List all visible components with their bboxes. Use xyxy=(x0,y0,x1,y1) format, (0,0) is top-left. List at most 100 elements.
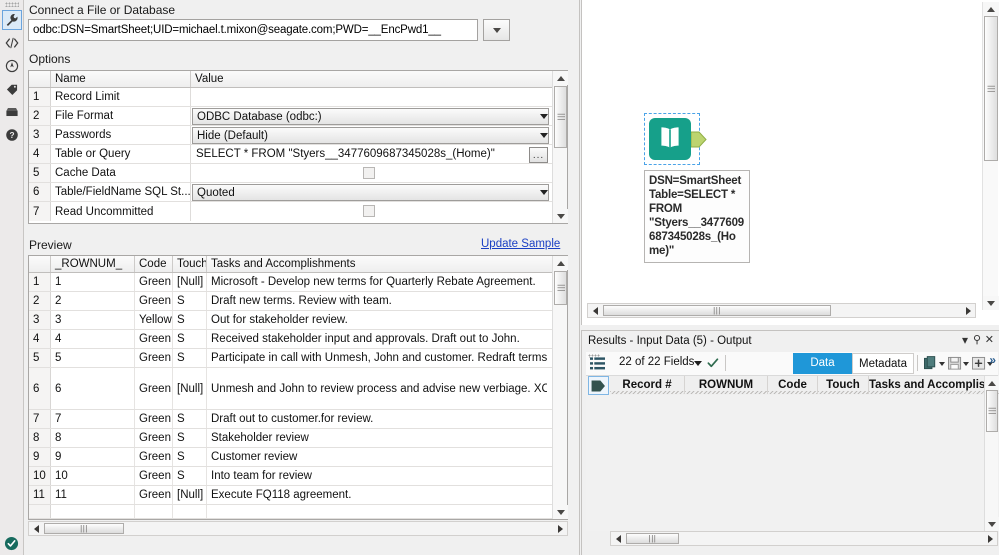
add-icon[interactable] xyxy=(972,356,986,374)
tab-data[interactable]: Data xyxy=(793,353,852,374)
canvas-vertical-scrollbar[interactable]: ||| xyxy=(982,2,999,310)
file-format-dropdown[interactable]: ODBC Database (odbc:) xyxy=(192,108,549,125)
preview-cell-code: Green xyxy=(135,429,173,447)
scroll-down-arrow[interactable] xyxy=(985,517,999,531)
chevron-down-icon[interactable] xyxy=(939,362,945,366)
table-row[interactable]: 5 5 Green S Participate in call with Unmesh,… xyxy=(29,349,567,368)
options-row-name: Read Uncommitted xyxy=(51,202,191,221)
workflow-canvas[interactable]: DSN=SmartSheet Table=SELECT * FROM "Stye… xyxy=(581,0,999,325)
scrollbar-thumb[interactable]: ||| xyxy=(603,305,831,316)
chevron-down-icon[interactable] xyxy=(694,361,702,366)
rail-item-help[interactable]: ? xyxy=(2,125,22,145)
scroll-up-arrow[interactable] xyxy=(553,71,568,85)
table-row[interactable]: 6 Table/FieldName SQL St... Quoted xyxy=(29,183,567,202)
record-tag-icon[interactable] xyxy=(588,376,609,395)
table-row[interactable]: 9 9 Green S Customer review xyxy=(29,448,567,467)
preview-cell-code: Green xyxy=(135,410,173,428)
table-row[interactable]: 7 Read Uncommitted xyxy=(29,202,567,221)
results-col-touch[interactable]: Touch xyxy=(818,376,869,394)
rail-item-tag[interactable] xyxy=(2,79,22,99)
results-pin-button[interactable]: ⚲ xyxy=(973,335,981,346)
cache-data-checkbox[interactable] xyxy=(363,167,375,179)
table-row[interactable]: 3 3 Yellow S Out for stakeholder review. xyxy=(29,311,567,330)
preview-horizontal-scrollbar[interactable]: ||| xyxy=(28,521,568,536)
table-row[interactable]: 7 7 Green S Draft out to customer.for review… xyxy=(29,410,567,429)
results-close-button[interactable]: ✕ xyxy=(985,335,994,346)
scroll-down-arrow[interactable] xyxy=(553,505,568,519)
table-row[interactable]: 3 Passwords Hide (Default) xyxy=(29,126,567,145)
preview-cell-code: Green xyxy=(135,368,173,409)
rail-item-wrench[interactable] xyxy=(2,10,22,30)
table-row[interactable]: 8 8 Green S Stakeholder review xyxy=(29,429,567,448)
results-menu-button[interactable]: ▾ xyxy=(962,334,968,346)
connection-dropdown-button[interactable] xyxy=(483,19,510,41)
scroll-up-arrow[interactable] xyxy=(985,376,999,390)
table-row[interactable]: 4 4 Green S Received stakeholder input and a… xyxy=(29,330,567,349)
scroll-down-arrow[interactable] xyxy=(553,209,568,223)
table-row[interactable]: 1 Record Limit xyxy=(29,88,567,107)
preview-vertical-scrollbar[interactable]: ||| xyxy=(552,256,568,519)
chevron-down-icon[interactable] xyxy=(963,362,969,366)
rail-item-package[interactable] xyxy=(2,102,22,122)
scroll-up-arrow[interactable] xyxy=(553,256,568,270)
scroll-left-arrow[interactable] xyxy=(29,522,43,535)
table-or-query-value[interactable]: SELECT * FROM "Styers__3477609687345028s… xyxy=(192,146,529,163)
preview-cell-touch: S xyxy=(173,448,207,466)
scroll-right-arrow[interactable] xyxy=(553,522,567,535)
fields-count-label[interactable]: 22 of 22 Fields xyxy=(619,356,694,368)
table-or-query-browse-button[interactable]: ... xyxy=(529,147,548,163)
results-col-tasks[interactable]: Tasks and Accomplishmen xyxy=(869,376,999,394)
overflow-icon[interactable]: » xyxy=(989,353,996,367)
scroll-up-arrow[interactable] xyxy=(983,2,999,16)
node-output-anchor[interactable] xyxy=(690,131,707,148)
table-row[interactable]: 6 6 Green [Null] Unmesh and John to review p… xyxy=(29,368,567,410)
save-icon[interactable] xyxy=(948,356,962,374)
scroll-right-arrow[interactable] xyxy=(983,532,997,545)
passwords-dropdown[interactable]: Hide (Default) xyxy=(192,127,549,144)
copy-icon[interactable] xyxy=(924,356,938,374)
scroll-down-arrow[interactable] xyxy=(983,296,999,310)
scroll-left-arrow[interactable] xyxy=(588,304,602,317)
connection-string-input[interactable] xyxy=(28,19,478,41)
results-col-record[interactable]: Record # xyxy=(610,376,685,394)
canvas-horizontal-scrollbar[interactable]: ||| xyxy=(587,303,976,318)
options-row-value[interactable] xyxy=(191,88,551,106)
scrollbar-thumb[interactable]: ||| xyxy=(986,390,998,432)
sql-style-dropdown[interactable]: Quoted xyxy=(192,184,549,201)
table-row[interactable]: 4 Table or Query SELECT * FROM "Styers__… xyxy=(29,145,567,164)
table-row[interactable]: 10 10 Green S Into team for review xyxy=(29,467,567,486)
fields-apply-check-icon[interactable] xyxy=(707,357,719,369)
scrollbar-thumb[interactable]: ||| xyxy=(984,16,998,161)
table-row[interactable]: 2 2 Green S Draft new terms. Review with tea… xyxy=(29,292,567,311)
results-vertical-scrollbar[interactable]: ||| xyxy=(984,376,999,531)
options-vertical-scrollbar[interactable]: ||| xyxy=(552,71,568,223)
scrollbar-thumb[interactable]: ||| xyxy=(44,523,124,534)
rail-grip[interactable] xyxy=(5,2,19,7)
preview-cell-num: 6 xyxy=(29,368,51,409)
scroll-left-arrow[interactable] xyxy=(611,532,625,545)
results-title: Results - Input Data (5) - Output xyxy=(588,335,752,347)
scrollbar-thumb[interactable]: ||| xyxy=(554,86,567,148)
scroll-right-arrow[interactable] xyxy=(961,304,975,317)
input-data-node[interactable] xyxy=(648,117,692,161)
table-row[interactable]: 2 File Format ODBC Database (odbc:) xyxy=(29,107,567,126)
preview-col-touch: Touch xyxy=(173,256,207,272)
scrollbar-thumb[interactable]: ||| xyxy=(626,533,679,544)
rail-item-code[interactable] xyxy=(2,33,22,53)
preview-cell-num: 10 xyxy=(29,467,51,485)
preview-col-tasks: Tasks and Accomplishments xyxy=(211,258,356,270)
results-grid-body[interactable] xyxy=(610,395,984,531)
results-col-rownum[interactable]: ROWNUM xyxy=(685,376,768,394)
update-sample-link[interactable]: Update Sample xyxy=(481,238,560,250)
table-row[interactable]: 1 1 Green [Null] Microsoft - Develop new ter… xyxy=(29,273,567,292)
table-row[interactable]: 11 11 Green [Null] Execute FQ118 agreement. xyxy=(29,486,567,505)
tab-metadata[interactable]: Metadata xyxy=(852,353,914,374)
scrollbar-thumb[interactable]: ||| xyxy=(554,271,567,305)
rail-item-compass[interactable] xyxy=(2,56,22,76)
table-row[interactable]: 5 Cache Data xyxy=(29,164,567,183)
results-horizontal-scrollbar[interactable]: ||| xyxy=(610,531,998,546)
results-col-code[interactable]: Code xyxy=(768,376,818,394)
field-list-icon[interactable] xyxy=(590,356,605,374)
results-toolbar: 22 of 22 Fields Data Metadata » xyxy=(586,352,998,376)
read-uncommitted-checkbox[interactable] xyxy=(363,205,375,217)
